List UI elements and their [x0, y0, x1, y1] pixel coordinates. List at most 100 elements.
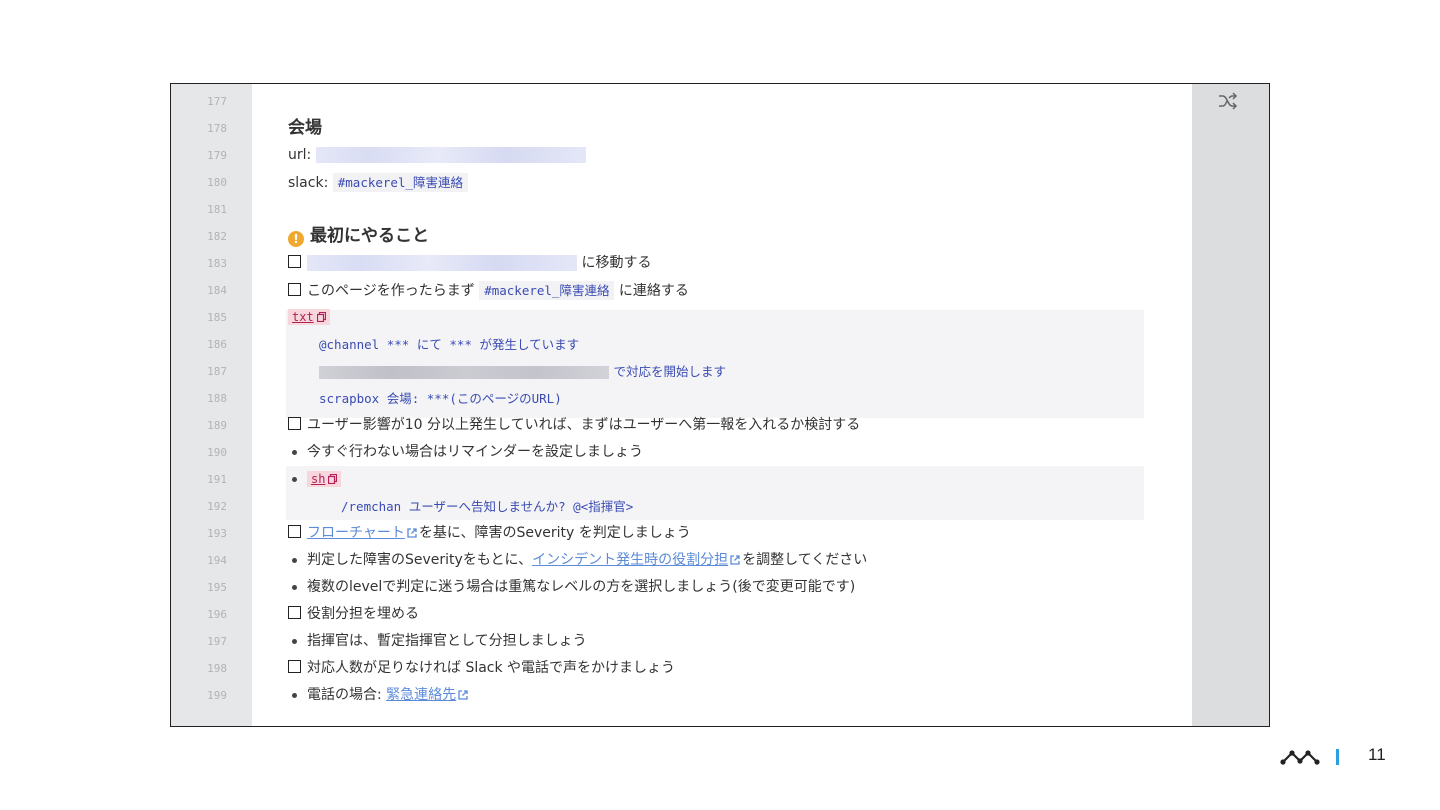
line-number: 196 — [207, 608, 227, 621]
checkbox-icon[interactable] — [288, 525, 301, 538]
levels-text: 複数のlevelで判定に迷う場合は重篤なレベルの方を選択しましょう(後で変更可能… — [307, 579, 856, 595]
severity-suffix: を調整してください — [742, 552, 868, 568]
code-line: @channel *** にて *** が発生しています — [319, 337, 580, 352]
code-line: scrapbox 会場: ***(このページのURL) — [319, 391, 562, 406]
flowchart-link[interactable]: フローチャート — [307, 525, 405, 541]
line: 180 slack: #mackerel_障害連絡 — [171, 169, 1192, 196]
first-steps-heading: 最初にやること — [310, 226, 429, 246]
line: 177 — [171, 88, 1192, 115]
checkbox-icon[interactable] — [288, 606, 301, 619]
checkbox-icon[interactable] — [288, 283, 301, 296]
url-label: url: — [288, 147, 312, 163]
slack-label: slack: — [288, 175, 329, 191]
line: 188 scrapbox 会場: ***(このページのURL) — [171, 385, 1192, 412]
redacted-code — [319, 365, 609, 379]
code-line: /remchan ユーザーへ告知しませんか? @<指揮官> — [341, 499, 634, 514]
line: 192 /remchan ユーザーへ告知しませんか? @<指揮官> — [171, 493, 1192, 520]
line: 197 指揮官は、暫定指揮官として分担しましょう — [171, 628, 1192, 655]
roles-link[interactable]: インシデント発生時の役割分担 — [532, 552, 728, 568]
checkbox-icon[interactable] — [288, 255, 301, 268]
line: 191 sh — [171, 466, 1192, 493]
redacted-location — [307, 255, 577, 271]
external-link-icon — [407, 528, 417, 538]
line: 187 で対応を開始します — [171, 358, 1192, 385]
slack-channel-tag[interactable]: #mackerel_障害連絡 — [479, 281, 615, 300]
copy-icon[interactable] — [316, 312, 326, 322]
line: 185 txt — [171, 304, 1192, 331]
checkbox-icon[interactable] — [288, 417, 301, 430]
line-number: 181 — [207, 203, 227, 216]
line-number: 183 — [207, 257, 227, 270]
phone-prefix: 電話の場合: — [307, 687, 387, 703]
line-number: 195 — [207, 581, 227, 594]
line-number: 192 — [207, 500, 227, 513]
flowchart-suffix: を基に、障害のSeverity を判定しましょう — [418, 525, 691, 541]
line: 178 会場 — [171, 115, 1192, 142]
contact-suffix: に連絡する — [618, 283, 689, 299]
slack-channel-tag[interactable]: #mackerel_障害連絡 — [332, 173, 469, 192]
mackerel-logo-icon — [1280, 750, 1320, 765]
reminder-text: 今すぐ行わない場合はリマインダーを設定しましょう — [307, 444, 643, 460]
line-number: 194 — [207, 554, 227, 567]
line-number: 185 — [207, 311, 227, 324]
bullet-icon — [292, 692, 297, 698]
line-number: 189 — [207, 419, 227, 432]
venue-heading: 会場 — [288, 118, 322, 138]
line: 183 に移動する — [171, 250, 1192, 277]
line-number: 180 — [207, 176, 227, 189]
emergency-contact-link[interactable]: 緊急連絡先 — [386, 687, 456, 703]
txt-code-label[interactable]: txt — [288, 309, 330, 325]
line-number: 177 — [207, 95, 227, 108]
move-text: に移動する — [581, 255, 652, 271]
checkbox-icon[interactable] — [288, 660, 301, 673]
line-number: 199 — [207, 689, 227, 702]
line: 186 @channel *** にて *** が発生しています — [171, 331, 1192, 358]
line: 193 フローチャート を基に、障害のSeverity を判定しましょう — [171, 520, 1192, 547]
line-number: 179 — [207, 149, 227, 162]
shuffle-icon[interactable] — [1218, 92, 1238, 110]
accent-bar — [1336, 749, 1339, 765]
not-enough-text: 対応人数が足りなければ Slack や電話で声をかけましょう — [307, 660, 676, 676]
code-line: で対応を開始します — [613, 364, 726, 379]
fill-roles-text: 役割分担を埋める — [307, 606, 419, 622]
line-number: 198 — [207, 662, 227, 675]
line: 181 — [171, 196, 1192, 223]
redacted-url — [315, 147, 586, 163]
contact-prefix: このページを作ったらまず — [307, 283, 475, 299]
severity-prefix: 判定した障害のSeverityをもとに、 — [307, 552, 533, 568]
line-number: 184 — [207, 284, 227, 297]
bullet-icon — [292, 638, 297, 644]
line: 182 ! 最初にやること — [171, 223, 1192, 250]
line: 190 今すぐ行わない場合はリマインダーを設定しましょう — [171, 439, 1192, 466]
line-number: 190 — [207, 446, 227, 459]
txt-label-text: txt — [292, 310, 314, 324]
line-number: 182 — [207, 230, 227, 243]
bullet-icon — [292, 449, 297, 455]
line: 195 複数のlevelで判定に迷う場合は重篤なレベルの方を選択しましょう(後で… — [171, 574, 1192, 601]
scrapbox-editor-frame: 177 178 会場 179 url: 180 slack: #mackerel… — [170, 83, 1270, 727]
line: 198 対応人数が足りなければ Slack や電話で声をかけましょう — [171, 655, 1192, 682]
line: 179 url: — [171, 142, 1192, 169]
line: 194 判定した障害のSeverityをもとに、インシデント発生時の役割分担 を調… — [171, 547, 1192, 574]
line: 199 電話の場合: 緊急連絡先 — [171, 682, 1192, 709]
line-number: 188 — [207, 392, 227, 405]
line: 184 このページを作ったらまず #mackerel_障害連絡 に連絡する — [171, 277, 1192, 304]
warning-icon: ! — [288, 231, 304, 247]
right-side-panel — [1192, 84, 1269, 726]
commander-text: 指揮官は、暫定指揮官として分担しましょう — [307, 633, 587, 649]
sh-code-label[interactable]: sh — [307, 471, 342, 487]
line-number: 178 — [207, 122, 227, 135]
line-number: 193 — [207, 527, 227, 540]
line: 189 ユーザー影響が10 分以上発生していれば、まずはユーザーへ第一報を入れる… — [171, 412, 1192, 439]
line-number: 186 — [207, 338, 227, 351]
bullet-icon — [292, 476, 297, 482]
line-number: 197 — [207, 635, 227, 648]
sh-label-text: sh — [311, 472, 326, 486]
page-number: 11 — [1368, 745, 1386, 764]
external-link-icon — [458, 690, 468, 700]
line-number: 191 — [207, 473, 227, 486]
copy-icon[interactable] — [328, 474, 338, 484]
line: 196 役割分担を埋める — [171, 601, 1192, 628]
line-number: 187 — [207, 365, 227, 378]
user-impact-text: ユーザー影響が10 分以上発生していれば、まずはユーザーへ第一報を入れるか検討す… — [307, 417, 861, 433]
